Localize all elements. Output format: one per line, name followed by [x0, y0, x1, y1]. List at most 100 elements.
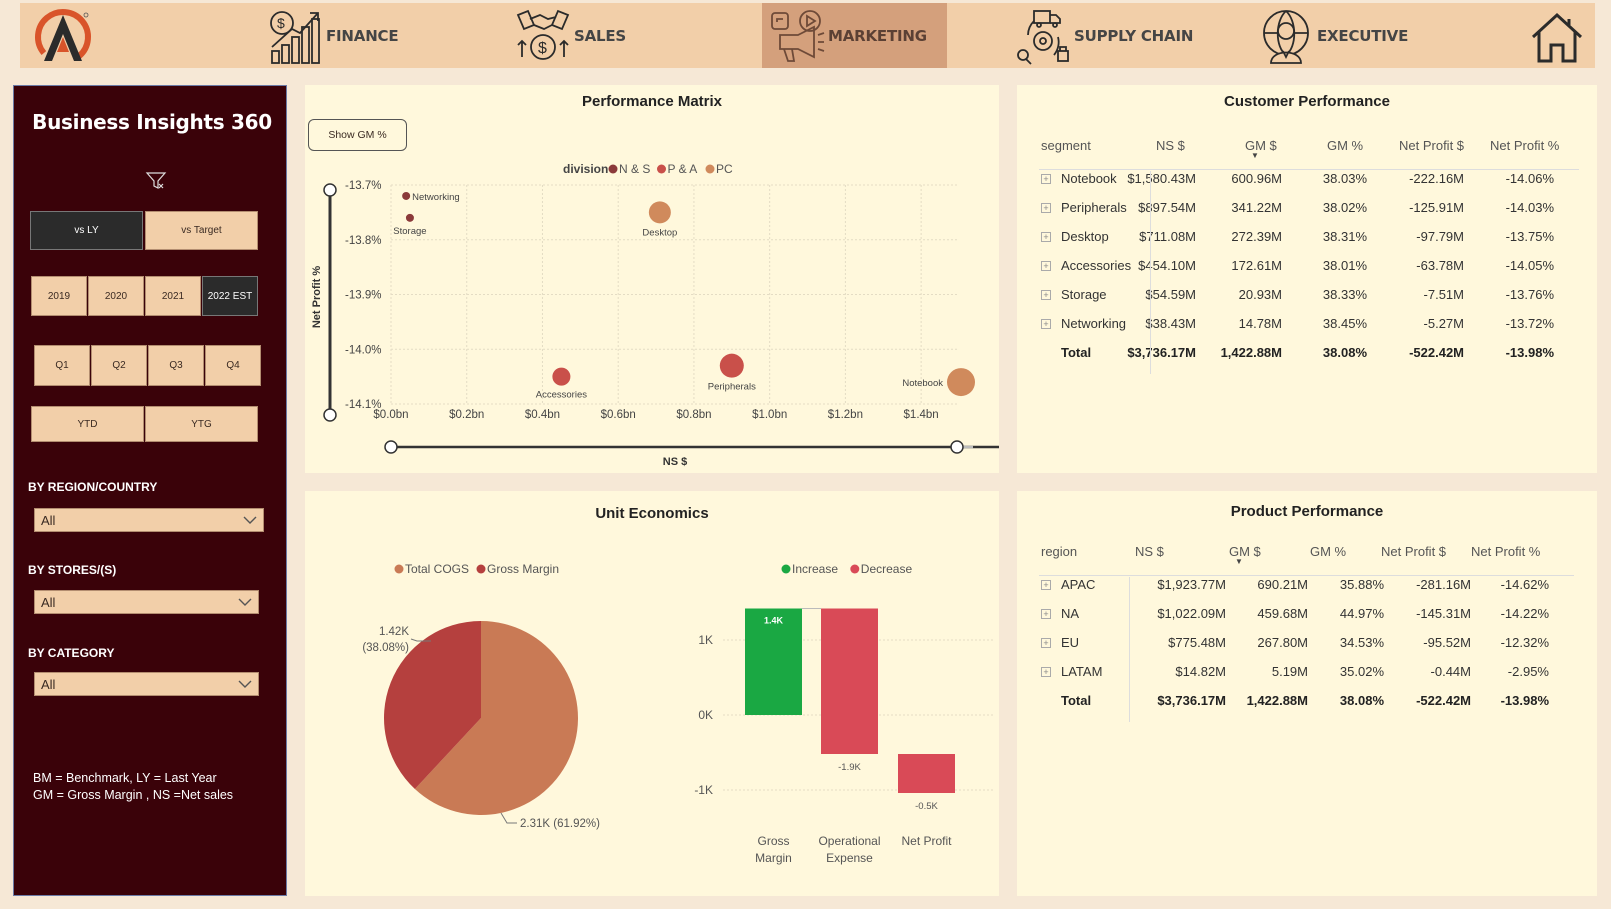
- column-header[interactable]: region: [1041, 544, 1077, 559]
- pie-label-gm: 1.42K: [379, 626, 409, 638]
- table-row[interactable]: + EU $775.48M 267.80M 34.53% -95.52M -12.32%: [1039, 635, 1574, 664]
- table-row[interactable]: + LATAM $14.82M 5.19M 35.02% -0.44M -2.95%: [1039, 664, 1574, 693]
- expand-icon[interactable]: +: [1041, 290, 1051, 300]
- scatter-point-notebook[interactable]: [947, 368, 975, 397]
- category-dropdown[interactable]: All: [34, 672, 259, 696]
- table-cell: $3,736.17M: [1127, 345, 1196, 360]
- scatter-point-networking[interactable]: [402, 191, 411, 200]
- q2-button[interactable]: Q2: [91, 345, 147, 386]
- expand-icon[interactable]: +: [1041, 667, 1051, 677]
- column-header[interactable]: Net Profit $: [1399, 138, 1464, 153]
- y-range-slider-handle-bottom[interactable]: [323, 408, 337, 422]
- home-icon[interactable]: [1529, 9, 1585, 65]
- table-row[interactable]: + NA $1,022.09M 459.68M 44.97% -145.31M -14.22…: [1039, 606, 1574, 635]
- column-header[interactable]: NS $: [1135, 544, 1164, 559]
- expand-icon[interactable]: +: [1041, 232, 1051, 242]
- chevron-down-icon: [243, 516, 257, 524]
- header-divider: [1039, 169, 1579, 170]
- table-row[interactable]: + Storage $54.59M 20.93M 38.33% -7.51M -13.76%: [1039, 287, 1579, 316]
- ytg-button[interactable]: YTG: [145, 406, 258, 442]
- table-cell: -13.98%: [1500, 693, 1549, 708]
- vs-target-button[interactable]: vs Target: [145, 211, 258, 250]
- nav-marketing-label: MARKETING: [828, 26, 927, 45]
- x-axis-label: NS $: [663, 456, 687, 468]
- expand-icon[interactable]: +: [1041, 319, 1051, 329]
- scatter-point-peripherals[interactable]: [719, 353, 744, 378]
- table-cell: 38.45%: [1322, 316, 1367, 331]
- year-2020-button[interactable]: 2020: [88, 276, 144, 316]
- x-range-slider-handle-left[interactable]: [384, 440, 398, 454]
- table-cell: -97.79M: [1416, 229, 1464, 244]
- year-2019-button[interactable]: 2019: [31, 276, 87, 316]
- year-2021-button[interactable]: 2021: [145, 276, 201, 316]
- column-header[interactable]: GM $: [1229, 544, 1261, 559]
- expand-icon[interactable]: +: [1041, 203, 1051, 213]
- table-cell: Accessories: [1061, 258, 1132, 273]
- table-cell: 38.08%: [1322, 345, 1367, 360]
- nav-sales[interactable]: $ SALES: [514, 3, 626, 68]
- wf-bar-1[interactable]: [821, 608, 878, 755]
- table-row[interactable]: + Accessories $454.10M 172.61M 38.01% -63.78M…: [1039, 258, 1579, 287]
- table-total-row: Total $3,736.17M 1,422.88M 38.08% -522.42M -1…: [1039, 693, 1574, 722]
- customer-performance-panel: Customer Performance segment NS $ GM $ GM %…: [1017, 85, 1597, 473]
- svg-text:$: $: [538, 40, 547, 57]
- wf-bar-2[interactable]: [898, 754, 955, 793]
- column-header[interactable]: NS $: [1156, 138, 1185, 153]
- legend-title: division: [563, 162, 608, 176]
- filter-icon[interactable]: [145, 170, 167, 192]
- q3-button[interactable]: Q3: [148, 345, 204, 386]
- performance-matrix-panel: Performance Matrix Show GM % division N …: [305, 85, 999, 473]
- sales-icon: $: [516, 9, 570, 60]
- column-header[interactable]: segment: [1041, 138, 1091, 153]
- table-cell: 267.80M: [1257, 635, 1308, 650]
- expand-icon[interactable]: +: [1041, 261, 1051, 271]
- table-cell: 272.39M: [1231, 229, 1282, 244]
- nav-marketing[interactable]: MARKETING: [762, 3, 947, 68]
- wf-bar-label: -1.9K: [838, 762, 861, 773]
- column-header[interactable]: GM %: [1327, 138, 1363, 153]
- wf-category-label: Gross: [757, 834, 789, 848]
- expand-icon[interactable]: +: [1041, 638, 1051, 648]
- table-cell: -281.16M: [1416, 577, 1471, 592]
- sort-desc-icon[interactable]: ▼: [1251, 151, 1259, 160]
- table-row[interactable]: + APAC $1,923.77M 690.21M 35.88% -281.16M -14.…: [1039, 577, 1574, 606]
- table-row[interactable]: + Networking $38.43M 14.78M 38.45% -5.27M -13.…: [1039, 316, 1579, 345]
- vs-ly-button[interactable]: vs LY: [30, 211, 143, 250]
- nav-finance[interactable]: $ FINANCE: [266, 3, 399, 68]
- customer-performance-table: segment NS $ GM $ GM % Net Profit $ Net Profi…: [1039, 135, 1579, 374]
- column-header[interactable]: Net Profit %: [1490, 138, 1559, 153]
- stores-dropdown[interactable]: All: [34, 590, 259, 614]
- expand-icon[interactable]: +: [1041, 580, 1051, 590]
- column-header[interactable]: GM %: [1310, 544, 1346, 559]
- nav-executive[interactable]: EXECUTIVE: [1257, 3, 1408, 68]
- expand-icon[interactable]: +: [1041, 609, 1051, 619]
- region-dropdown[interactable]: All: [34, 508, 264, 532]
- y-range-slider-handle-top[interactable]: [323, 183, 337, 197]
- x-range-slider-handle-right[interactable]: [950, 440, 964, 454]
- column-header[interactable]: GM $: [1245, 138, 1277, 153]
- pie-legend-label-1: Gross Margin: [487, 562, 559, 576]
- ytd-button[interactable]: YTD: [31, 406, 144, 442]
- scatter-point-accessories[interactable]: [552, 367, 571, 386]
- table-cell: APAC: [1061, 577, 1096, 592]
- year-2022-est-button[interactable]: 2022 EST: [202, 276, 258, 316]
- q4-button[interactable]: Q4: [205, 345, 261, 386]
- wf-category-label: Net Profit: [901, 834, 952, 848]
- scatter-point-storage[interactable]: [405, 213, 414, 222]
- column-header[interactable]: Net Profit %: [1471, 544, 1540, 559]
- table-total-row: Total $3,736.17M 1,422.88M 38.08% -522.42M -1…: [1039, 345, 1579, 374]
- scatter-point-desktop[interactable]: [648, 201, 671, 224]
- sort-desc-icon[interactable]: ▼: [1235, 557, 1243, 566]
- expand-icon[interactable]: +: [1041, 174, 1051, 184]
- column-header[interactable]: Net Profit $: [1381, 544, 1446, 559]
- table-cell: $1,580.43M: [1127, 171, 1196, 186]
- category-dropdown-value: All: [41, 676, 56, 692]
- nav-supply-chain[interactable]: SUPPLY CHAIN: [1014, 3, 1193, 68]
- table-row[interactable]: + Peripherals $897.54M 341.22M 38.02% -125.91…: [1039, 200, 1579, 229]
- table-row[interactable]: + Desktop $711.08M 272.39M 38.31% -97.79M -13.…: [1039, 229, 1579, 258]
- table-cell: 600.96M: [1231, 171, 1282, 186]
- abbreviation-note-line1: BM = Benchmark, LY = Last Year: [33, 771, 217, 785]
- legend-swatch-0: [608, 164, 618, 174]
- table-row[interactable]: + Notebook $1,580.43M 600.96M 38.03% -222.16M…: [1039, 171, 1579, 200]
- q1-button[interactable]: Q1: [34, 345, 90, 386]
